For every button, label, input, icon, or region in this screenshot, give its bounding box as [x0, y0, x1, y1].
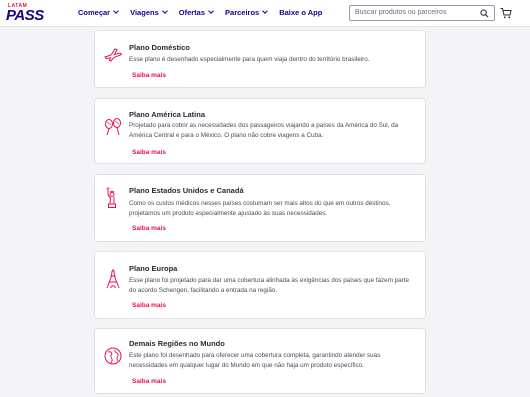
latam-pass-logo[interactable]: LATAM PASS [6, 2, 54, 24]
saiba-mais-link[interactable]: Saiba mais [132, 302, 166, 309]
logo-pass-text: PASS [6, 7, 44, 24]
search-icon[interactable] [480, 9, 489, 18]
plan-title: Demais Regiões no Mundo [129, 339, 225, 348]
saiba-mais-link[interactable]: Saiba mais [132, 149, 166, 156]
plan-title: Plano América Latina [129, 110, 205, 119]
main-nav: Começar Viagens Ofertas Parceiros Baixe … [78, 8, 334, 17]
nav-item-label: Baixe o App [279, 8, 323, 17]
plan-card-america-latina: Plano América Latina Projetado para cobr… [94, 98, 426, 164]
saiba-mais-link[interactable]: Saiba mais [132, 225, 166, 232]
chevron-down-icon [161, 8, 168, 14]
chevron-down-icon [208, 8, 214, 14]
plan-card-europa: Plano Europa Esse plano foi projetado pa… [94, 251, 426, 319]
nav-item-label: Parceiros [225, 8, 260, 17]
search-input[interactable]: Buscar produtos ou parceiros [349, 5, 495, 21]
airplane-icon [104, 48, 123, 62]
chevron-down-icon [113, 8, 119, 14]
nav-item-baixe-o-app[interactable]: Baixe o App [279, 8, 322, 17]
nav-item-comecar[interactable]: Começar [78, 8, 119, 17]
search-placeholder: Buscar produtos ou parceiros [355, 9, 447, 16]
nav-item-label: Ofertas [178, 8, 206, 17]
statue-of-liberty-icon [106, 187, 116, 208]
nav-item-ofertas[interactable]: Ofertas [178, 8, 214, 17]
saiba-mais-link[interactable]: Saiba mais [132, 72, 166, 79]
plan-title: Plano Estados Unidos e Canadá [129, 186, 244, 195]
saiba-mais-link[interactable]: Saiba mais [132, 378, 166, 385]
nav-item-viagens[interactable]: Viagens [130, 8, 168, 17]
nav-item-label: Começar [78, 8, 111, 17]
top-header: LATAM PASS Começar Viagens Ofertas Parce… [0, 0, 530, 27]
plan-description: Esse plano foi projetado para dar uma co… [129, 277, 410, 294]
plan-description: Esse plano é desenhado especialmente par… [129, 56, 370, 63]
chevron-down-icon [262, 8, 269, 14]
plan-title: Plano Doméstico [129, 43, 190, 52]
plan-card-estados-unidos-canada: Plano Estados Unidos e Canadá Como os cu… [94, 174, 426, 242]
plan-card-demais-regioes: Demais Regiões no Mundo Este plano foi d… [94, 328, 426, 394]
plan-description: Este plano foi desenhado para oferecer u… [129, 352, 381, 369]
globe-icon [104, 347, 122, 365]
cart-icon[interactable] [500, 7, 512, 19]
plan-title: Plano Europa [129, 264, 178, 273]
maracas-icon [105, 118, 121, 136]
plan-card-domestico: Plano Doméstico Esse plano é desenhado e… [94, 30, 426, 88]
nav-item-label: Viagens [130, 8, 159, 17]
eiffel-tower-icon [106, 269, 120, 289]
nav-item-parceiros[interactable]: Parceiros [225, 8, 269, 17]
plan-description: Projetado para cobrir as necessidades do… [129, 122, 399, 139]
plan-description: Como os custos médicos nesses países cos… [129, 200, 391, 217]
